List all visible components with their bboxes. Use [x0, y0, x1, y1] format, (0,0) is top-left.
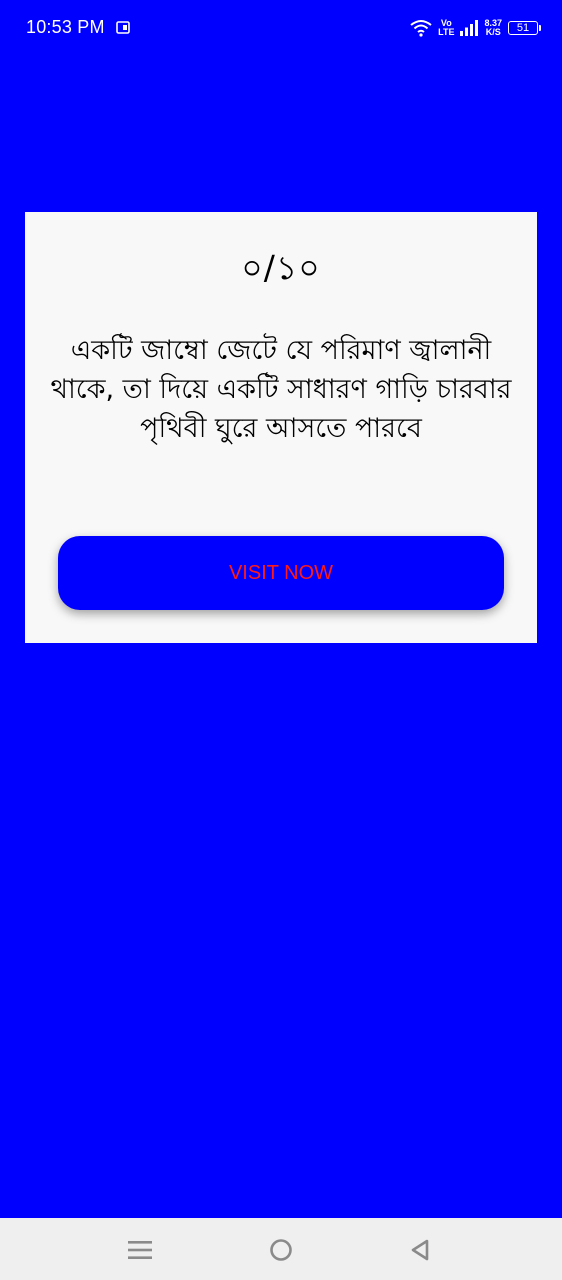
network-speed: 8.37 K/S — [484, 19, 502, 37]
back-icon — [411, 1239, 429, 1261]
network-type: Vo LTE — [438, 19, 454, 37]
home-button[interactable] — [265, 1234, 297, 1266]
score-counter: ০/১০ — [241, 248, 321, 287]
menu-button[interactable] — [124, 1234, 156, 1266]
fact-text: একটি জাম্বো জেটে যে পরিমাণ জ্বালানী থাকে… — [50, 335, 512, 444]
status-icons: Vo LTE 8.37 K/S 51 — [410, 16, 541, 40]
notification-icon — [116, 21, 130, 34]
menu-icon — [128, 1241, 152, 1259]
wifi-icon — [410, 20, 432, 37]
battery-level: 51 — [516, 22, 530, 34]
battery-icon: 51 — [508, 21, 541, 35]
visit-now-button[interactable]: VISIT NOW — [58, 536, 504, 610]
back-button[interactable] — [404, 1234, 436, 1266]
status-time: 10:53 PM — [26, 17, 105, 37]
status-bar: 10:53 PM Vo LTE 8.37 K/S 51 — [0, 0, 562, 58]
network-type-bottom: LTE — [438, 27, 455, 37]
signal-icon — [460, 20, 479, 36]
network-speed-unit: K/S — [485, 27, 501, 37]
navigation-bar — [0, 1218, 562, 1280]
home-icon — [270, 1239, 292, 1261]
